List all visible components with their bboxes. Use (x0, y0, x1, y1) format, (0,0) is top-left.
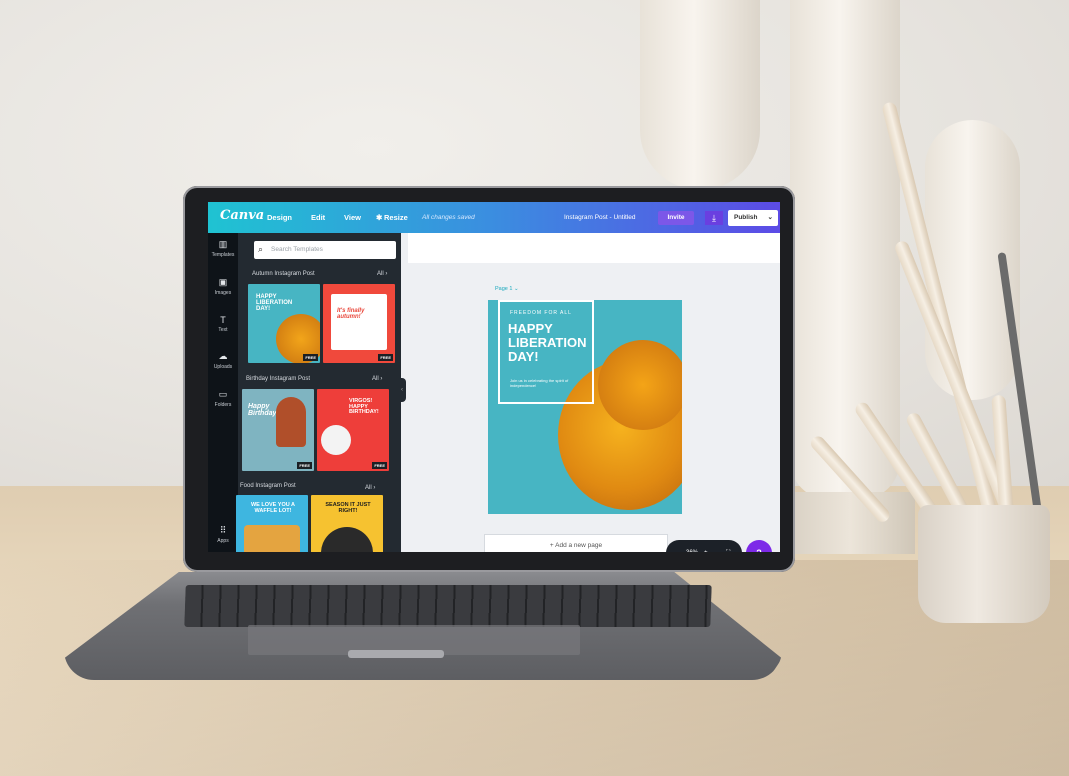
save-status: All changes saved (422, 214, 475, 221)
add-page-button[interactable]: + Add a new page (484, 534, 668, 552)
headline-line: HAPPY (508, 321, 553, 336)
tile-text: SEASON IT JUST RIGHT! (325, 502, 371, 514)
section-title: Birthday Instagram Post (246, 376, 311, 382)
help-button[interactable]: ? (746, 540, 772, 552)
invite-button[interactable]: Invite (658, 211, 694, 225)
rail-label: Folders (214, 402, 232, 408)
free-badge: FREE (303, 354, 318, 361)
design-canvas[interactable]: FREEDOM FOR ALL HAPPY LIBERATION DAY! Jo… (488, 300, 682, 514)
rail-uploads[interactable]: ☁ Uploads (208, 351, 238, 370)
rail-apps[interactable]: ⠿ Apps (208, 525, 238, 544)
rail-templates[interactable]: ▥ Templates (208, 239, 238, 258)
resize-icon[interactable]: ✱ (376, 213, 382, 222)
template-thumbnail[interactable]: It's finally autumn! FREE (323, 284, 395, 363)
free-badge: FREE (372, 462, 387, 469)
rail-label: Templates (211, 252, 235, 258)
menu-view[interactable]: View (344, 213, 361, 222)
chevron-down-icon: ⌄ (767, 214, 773, 221)
section-title: Food Instagram Post (240, 483, 296, 489)
see-all-link[interactable]: All › (377, 271, 387, 277)
ceramic-pot (918, 505, 1050, 623)
laptop-lip (348, 650, 444, 658)
template-thumbnail[interactable]: HAPPY LIBERATION DAY! FREE (248, 284, 320, 363)
menu-design[interactable]: Design (267, 213, 292, 222)
search-placeholder: Search Templates (271, 246, 323, 253)
zoom-out-icon[interactable]: – (676, 540, 679, 552)
tile-text: WE LOVE YOU A WAFFLE LOT! (250, 502, 295, 514)
design-headline[interactable]: HAPPY LIBERATION DAY! (508, 322, 586, 364)
folder-icon: ▭ (218, 389, 228, 399)
free-badge: FREE (297, 462, 312, 469)
templates-icon: ▥ (218, 239, 228, 249)
rail-label: Apps (217, 538, 229, 544)
menu-edit[interactable]: Edit (311, 213, 325, 222)
publish-label: Publish (734, 214, 758, 221)
tile-text: HAPPY LIBERATION DAY! (256, 294, 293, 312)
zoom-in-icon[interactable]: + (704, 540, 708, 552)
canva-screen: Canva Design Edit View ✱ Resize All chan… (208, 202, 780, 552)
headline-line: DAY! (508, 349, 539, 364)
rail-folders[interactable]: ▭ Folders (208, 389, 238, 408)
rail-label: Uploads (213, 364, 233, 370)
template-thumbnail[interactable]: SEASON IT JUST RIGHT! (311, 495, 383, 552)
zoom-control[interactable]: – 36% + ⛶ (666, 540, 742, 552)
person-image (276, 397, 306, 447)
uploads-icon: ☁ (218, 351, 228, 361)
rail-images[interactable]: ▣ Images (208, 277, 238, 296)
canva-logo[interactable]: Canva (220, 208, 264, 223)
document-title[interactable]: Instagram Post - Untitled (564, 214, 636, 221)
search-input[interactable]: ⌕ Search Templates (254, 241, 396, 259)
template-thumbnail[interactable]: WE LOVE YOU A WAFFLE LOT! (236, 495, 308, 552)
template-thumbnail[interactable]: VIRGOS! HAPPY BIRTHDAY! FREE (317, 389, 389, 471)
see-all-link[interactable]: All › (372, 376, 382, 382)
sculpture-column (790, 0, 900, 500)
fullscreen-icon[interactable]: ⛶ (726, 540, 730, 552)
collapse-panel-handle[interactable]: ‹ (398, 378, 406, 402)
templates-panel: ⌕ Search Templates Autumn Instagram Post… (236, 233, 401, 552)
portrait-image (321, 425, 351, 455)
tile-text: VIRGOS! HAPPY BIRTHDAY! (349, 398, 379, 415)
sculpture-base (785, 492, 915, 554)
rail-label: Text (218, 327, 228, 333)
tile-text: It's finally autumn! (337, 308, 365, 320)
editor-topbar: Canva Design Edit View ✱ Resize All chan… (208, 202, 780, 233)
waffle-image (244, 525, 300, 552)
rail-text[interactable]: T Text (208, 315, 238, 333)
page-label[interactable]: Page 1 ⌄ (495, 286, 519, 292)
headline-line: LIBERATION (508, 335, 587, 350)
dish-image (321, 527, 373, 552)
tile-card (331, 294, 387, 350)
menu-resize[interactable]: Resize (384, 213, 408, 222)
laptop-keyboard (184, 585, 712, 627)
section-title: Autumn Instagram Post (252, 271, 315, 277)
publish-button[interactable]: Publish ⌄ (728, 210, 778, 226)
text-icon: T (220, 315, 226, 325)
sculpture-left (640, 0, 760, 190)
apps-icon: ⠿ (219, 525, 227, 535)
download-icon[interactable]: ⤓ (705, 211, 723, 225)
free-badge: FREE (378, 354, 393, 361)
side-rail: ▥ Templates ▣ Images T Text ☁ Uploads ▭ … (208, 233, 238, 552)
template-thumbnail[interactable]: Happy Birthday! FREE (242, 389, 314, 471)
rail-label: Images (214, 290, 232, 296)
search-icon: ⌕ (258, 244, 264, 254)
design-subtext[interactable]: Join us in celebrating the spirit of ind… (510, 378, 580, 388)
images-icon: ▣ (218, 277, 228, 287)
zoom-level[interactable]: 36% (686, 540, 698, 552)
canvas-toolbar (408, 233, 780, 263)
see-all-link[interactable]: All › (365, 485, 375, 491)
tree-image (598, 340, 682, 430)
design-kicker[interactable]: FREEDOM FOR ALL (510, 310, 572, 316)
